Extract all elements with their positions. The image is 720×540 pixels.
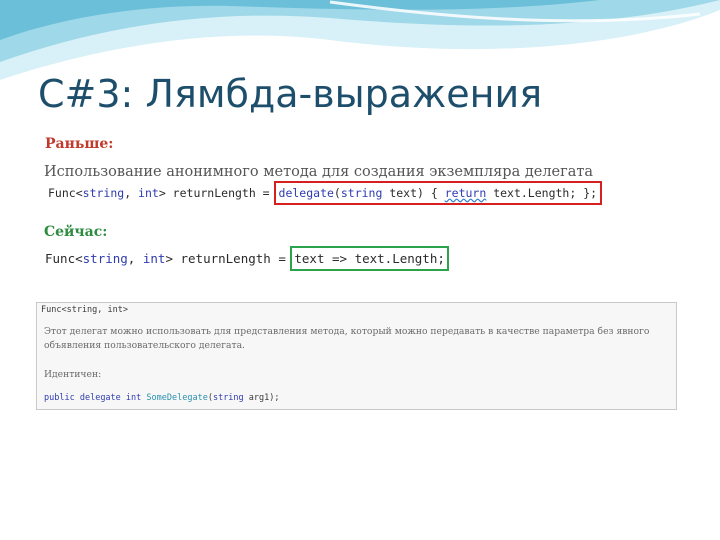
now-label: Сейчас:: [44, 224, 108, 240]
lambda-highlight: text => text.Length;: [290, 246, 449, 271]
generic-open: <: [75, 251, 83, 266]
param-type-keyword: string: [340, 186, 383, 200]
anonymous-method-highlight: delegate(string text) { return text.Leng…: [273, 181, 603, 205]
tooltip-identical-label: Идентичен:: [44, 369, 102, 380]
delegate-keyword: delegate: [278, 186, 334, 200]
before-label: Раньше:: [45, 136, 114, 152]
delegate-keyword: delegate: [79, 393, 121, 403]
header-wave-decoration: [0, 0, 720, 80]
declaration-rest: > returnLength =: [165, 251, 294, 266]
type-keyword-string: string: [82, 251, 128, 266]
anonymous-method-description: Использование анонимного метода для созд…: [44, 164, 594, 180]
func-type: Func: [45, 251, 76, 266]
int-keyword: int: [125, 393, 142, 403]
declaration-rest: > returnLength =: [158, 186, 277, 200]
tooltip-signature: Func<string, int>: [41, 305, 128, 315]
intellisense-tooltip: Func<string, int> Этот делегат можно исп…: [36, 302, 677, 410]
func-type: Func: [48, 186, 76, 200]
tooltip-code: public delegate int SomeDelegate(string …: [44, 393, 280, 403]
slide-title: C#3: Лямбда-выражения: [38, 72, 543, 116]
comma: ,: [124, 186, 139, 200]
comma: ,: [127, 251, 143, 266]
method-body: text.Length; };: [486, 186, 598, 200]
params-rest: text) {: [382, 186, 445, 200]
params-open: (: [333, 186, 341, 200]
return-keyword: return: [444, 186, 487, 200]
type-keyword-string: string: [82, 186, 125, 200]
type-keyword-int: int: [138, 186, 159, 200]
generic-open: <: [75, 186, 83, 200]
string-keyword: string: [212, 393, 244, 403]
code-line-before: Func<string, int> returnLength = delegat…: [48, 181, 603, 205]
tooltip-description: Этот делегат можно использовать для пред…: [44, 326, 650, 351]
public-keyword: public: [44, 393, 75, 403]
type-keyword-int: int: [142, 251, 166, 266]
delegate-name: SomeDelegate: [146, 393, 208, 403]
code-line-now: Func<string, int> returnLength = text =>…: [45, 246, 449, 271]
params-rest: arg1);: [243, 393, 280, 403]
